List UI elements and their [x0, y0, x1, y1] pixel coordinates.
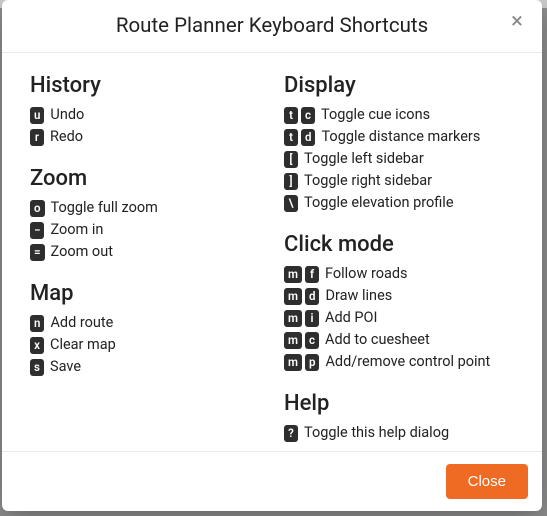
shortcut-row: mi Add POI [284, 309, 514, 327]
key-badge: ] [284, 173, 298, 190]
key-badge: i [305, 310, 319, 327]
shortcut-row: mf Follow roads [284, 265, 514, 283]
modal-header: Route Planner Keyboard Shortcuts × [2, 0, 542, 53]
shortcut-label: Toggle this help dialog [304, 424, 449, 442]
shortcut-label: Zoom out [51, 243, 113, 261]
shortcut-row: tc Toggle cue icons [284, 106, 514, 124]
key-badge: ? [284, 425, 298, 442]
shortcut-row: x Clear map [30, 336, 260, 354]
close-button[interactable]: Close [446, 464, 528, 499]
key-badge: − [30, 222, 44, 239]
shortcut-keys: ] [284, 173, 298, 190]
shortcut-keys: tc [284, 107, 315, 124]
section-heading: Map [30, 281, 260, 306]
key-badge: m [284, 288, 302, 305]
shortcut-row: mp Add/remove control point [284, 353, 514, 371]
right-column: DisplaytcToggle cue iconstdToggle distan… [284, 57, 514, 446]
key-badge: d [301, 129, 315, 146]
key-badge: c [305, 332, 319, 349]
modal-title: Route Planner Keyboard Shortcuts [116, 14, 428, 38]
shortcut-row: \ Toggle elevation profile [284, 194, 514, 212]
shortcut-label: Toggle full zoom [51, 199, 158, 217]
shortcut-keys: [ [284, 151, 298, 168]
shortcut-label: Undo [50, 106, 84, 124]
section-heading: Zoom [30, 166, 260, 191]
shortcut-row: r Redo [30, 128, 260, 146]
key-badge: f [305, 266, 319, 283]
shortcut-keys: u [30, 107, 44, 124]
shortcut-label: Follow roads [325, 265, 408, 283]
key-badge: r [30, 129, 44, 146]
key-badge: p [305, 354, 319, 371]
key-badge: d [305, 288, 319, 305]
shortcut-keys: mp [284, 354, 319, 371]
shortcut-label: Zoom in [50, 221, 103, 239]
shortcut-row: s Save [30, 358, 260, 376]
key-badge: m [284, 310, 302, 327]
key-badge: t [284, 107, 298, 124]
shortcut-keys: mi [284, 310, 319, 327]
shortcut-row: o Toggle full zoom [30, 199, 260, 217]
key-badge: s [30, 359, 44, 376]
section-heading: Click mode [284, 232, 514, 257]
shortcut-keys: md [284, 288, 319, 305]
key-badge: c [301, 107, 315, 124]
shortcut-keys: r [30, 129, 44, 146]
section-heading: Help [284, 391, 514, 416]
key-badge: x [30, 337, 44, 354]
shortcut-row: n Add route [30, 314, 260, 332]
shortcut-row: ] Toggle right sidebar [284, 172, 514, 190]
shortcut-keys: ? [284, 425, 298, 442]
key-badge: = [30, 244, 45, 261]
key-badge: u [30, 107, 44, 124]
shortcut-label: Add POI [325, 309, 377, 327]
shortcut-row: = Zoom out [30, 243, 260, 261]
key-badge: t [284, 129, 298, 146]
shortcut-label: Toggle cue icons [321, 106, 430, 124]
key-badge: o [30, 200, 45, 217]
shortcut-keys: \ [284, 195, 298, 212]
close-icon[interactable]: × [506, 12, 528, 34]
shortcut-label: Toggle right sidebar [304, 172, 432, 190]
key-badge: \ [284, 195, 298, 212]
section-heading: Display [284, 73, 514, 98]
shortcut-row: [ Toggle left sidebar [284, 150, 514, 168]
modal-body: HistoryuUndorRedoZoomoToggle full zoom−Z… [2, 53, 542, 451]
shortcut-label: Add route [50, 314, 113, 332]
shortcut-label: Draw lines [325, 287, 392, 305]
shortcut-keys: = [30, 244, 45, 261]
shortcut-row: md Draw lines [284, 287, 514, 305]
shortcut-row: u Undo [30, 106, 260, 124]
shortcut-keys: mf [284, 266, 319, 283]
shortcut-keys: s [30, 359, 44, 376]
shortcuts-modal: Route Planner Keyboard Shortcuts × Histo… [2, 0, 542, 511]
key-badge: [ [284, 151, 298, 168]
key-badge: n [30, 315, 44, 332]
shortcut-row: td Toggle distance markers [284, 128, 514, 146]
key-badge: m [284, 266, 302, 283]
shortcut-row: −Zoom in [30, 221, 260, 239]
shortcut-label: Add to cuesheet [325, 331, 430, 349]
section-heading: History [30, 73, 260, 98]
shortcut-keys: x [30, 337, 44, 354]
shortcut-label: Toggle elevation profile [304, 194, 454, 212]
shortcut-label: Clear map [50, 336, 116, 354]
key-badge: m [284, 354, 302, 371]
shortcut-keys: − [30, 222, 44, 239]
shortcut-keys: td [284, 129, 315, 146]
shortcut-label: Toggle left sidebar [304, 150, 424, 168]
shortcut-label: Save [50, 358, 81, 376]
left-column: HistoryuUndorRedoZoomoToggle full zoom−Z… [30, 57, 260, 446]
shortcut-row: mc Add to cuesheet [284, 331, 514, 349]
shortcut-keys: mc [284, 332, 319, 349]
shortcut-keys: o [30, 200, 45, 217]
shortcut-label: Add/remove control point [325, 353, 490, 371]
modal-footer: Close [2, 451, 542, 511]
shortcut-label: Toggle distance markers [321, 128, 480, 146]
shortcut-row: ? Toggle this help dialog [284, 424, 514, 442]
shortcut-label: Redo [50, 128, 83, 146]
shortcut-keys: n [30, 315, 44, 332]
key-badge: m [284, 332, 302, 349]
